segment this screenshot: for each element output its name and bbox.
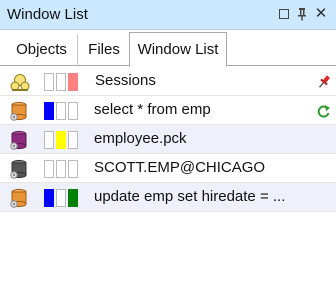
color-swatch <box>68 102 78 120</box>
color-swatches <box>44 160 84 178</box>
list-item-table-window[interactable]: SCOTT.EMP@CHICAGO <box>0 154 336 183</box>
color-swatches <box>44 73 84 91</box>
list-item-label: employee.pck <box>94 130 187 147</box>
color-swatch <box>44 189 54 207</box>
color-swatch <box>44 131 54 149</box>
color-swatch <box>56 73 66 91</box>
list-item-label: Sessions <box>95 72 156 89</box>
window-list: Sessions select * from emp employee.pck … <box>0 67 336 293</box>
color-swatch <box>68 73 78 91</box>
color-swatch <box>68 131 78 149</box>
color-swatch <box>68 160 78 178</box>
sql-window-icon <box>9 100 31 122</box>
color-swatch <box>44 73 54 91</box>
list-item-sql-window[interactable]: update emp set hiredate = ... <box>0 183 336 212</box>
close-icon[interactable]: ✕ <box>313 5 329 23</box>
color-swatches <box>44 131 84 149</box>
color-swatch <box>56 102 66 120</box>
color-swatch <box>56 160 66 178</box>
list-item-label: SCOTT.EMP@CHICAGO <box>94 159 266 176</box>
color-swatch <box>68 189 78 207</box>
color-swatch <box>56 131 66 149</box>
window-title-bar[interactable]: Window List ✕ <box>0 0 336 30</box>
window-title: Window List <box>7 6 88 23</box>
list-item-program-window[interactable]: employee.pck <box>0 125 336 154</box>
program-window-icon <box>9 129 31 151</box>
color-swatch <box>44 160 54 178</box>
color-swatch <box>44 102 54 120</box>
tab-files[interactable]: Files <box>79 35 129 66</box>
list-item-sessions[interactable]: Sessions <box>0 67 336 96</box>
color-swatch <box>56 189 66 207</box>
pin-icon[interactable] <box>316 74 332 90</box>
sql-window-icon <box>9 187 31 209</box>
tab-strip: Objects Files Window List <box>0 30 336 67</box>
refresh-icon[interactable] <box>316 103 332 119</box>
maximize-icon[interactable] <box>276 5 292 23</box>
sessions-icon <box>9 71 31 93</box>
color-swatches <box>44 102 84 120</box>
color-swatches <box>44 189 84 207</box>
list-item-label: update emp set hiredate = ... <box>94 188 286 205</box>
tab-window-list[interactable]: Window List <box>129 32 227 67</box>
list-item-label: select * from emp <box>94 101 211 118</box>
table-window-icon <box>9 158 31 180</box>
list-item-sql-window[interactable]: select * from emp <box>0 96 336 125</box>
tab-objects[interactable]: Objects <box>6 35 78 66</box>
pin-icon[interactable] <box>294 5 310 23</box>
